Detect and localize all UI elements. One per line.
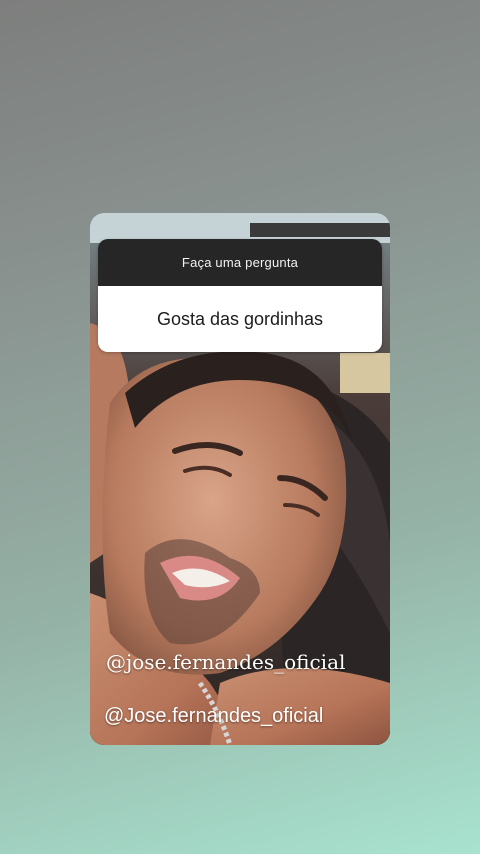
story-card: Faça uma pergunta Gosta das gordinhas @j… — [90, 213, 390, 745]
username-overlay-serif[interactable]: @jose.fernandes_oficial — [106, 650, 345, 674]
story-screen: { "question_sticker": { "prompt": "Faça … — [0, 0, 480, 854]
question-sticker[interactable]: Faça uma pergunta Gosta das gordinhas — [98, 239, 382, 352]
username-overlay-sans[interactable]: @Jose.fernandes_oficial — [104, 705, 323, 728]
question-prompt: Faça uma pergunta — [98, 239, 382, 286]
question-answer: Gosta das gordinhas — [98, 286, 382, 352]
